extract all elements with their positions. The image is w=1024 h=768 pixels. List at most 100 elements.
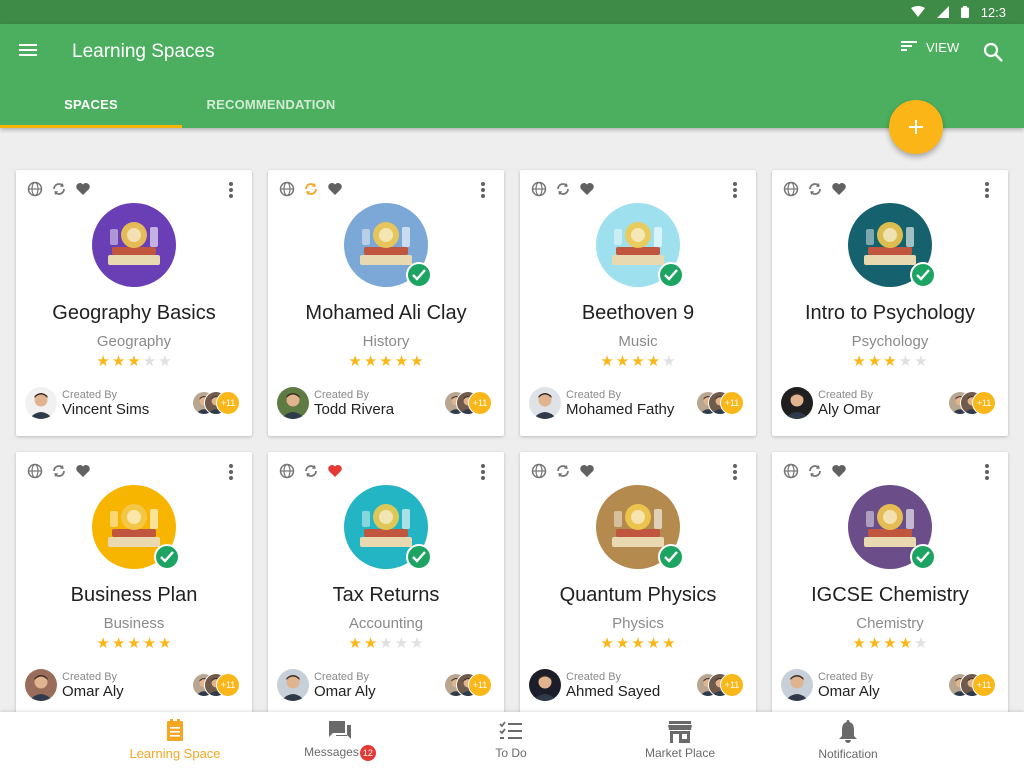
nav-learning-space-label: Learning Space <box>129 746 221 761</box>
sync-icon[interactable] <box>807 463 823 479</box>
space-card[interactable]: Business Plan Business ★ ★ ★ ★ ★ Created By Omar… <box>16 452 252 718</box>
nav-notification[interactable]: Notification <box>788 712 908 768</box>
favorite-heart-icon[interactable] <box>327 181 343 197</box>
view-button[interactable]: VIEW <box>900 39 959 56</box>
star-icon: ★ <box>631 635 645 652</box>
public-globe-icon[interactable] <box>531 463 547 479</box>
sync-icon[interactable] <box>51 181 67 197</box>
add-space-button[interactable] <box>889 100 943 154</box>
nav-messages[interactable]: Messages 12 <box>270 712 410 768</box>
space-card[interactable]: Mohamed Ali Clay History ★ ★ ★ ★ ★ Created By To… <box>268 170 504 436</box>
star-icon: ★ <box>898 353 913 370</box>
favorite-heart-icon[interactable] <box>831 463 847 479</box>
public-globe-icon[interactable] <box>279 181 295 197</box>
members-stack[interactable]: +11 <box>192 391 242 415</box>
more-vert-icon[interactable] <box>222 463 240 483</box>
author-name[interactable]: Todd Rivera <box>314 401 394 418</box>
nav-todo[interactable]: To Do <box>446 712 576 768</box>
author-avatar[interactable] <box>277 387 309 419</box>
sync-icon[interactable] <box>555 463 571 479</box>
space-card[interactable]: Quantum Physics Physics ★ ★ ★ ★ ★ Created By Ahm… <box>520 452 756 718</box>
more-vert-icon[interactable] <box>978 463 996 483</box>
members-stack[interactable]: +11 <box>444 391 494 415</box>
nav-learning-space[interactable]: Learning Space <box>100 712 250 768</box>
check-icon <box>658 262 684 288</box>
sync-icon[interactable] <box>51 463 67 479</box>
card-actions <box>783 181 847 197</box>
author-name[interactable]: Mohamed Fathy <box>566 401 674 418</box>
author-avatar[interactable] <box>781 669 813 701</box>
public-globe-icon[interactable] <box>531 181 547 197</box>
public-globe-icon[interactable] <box>27 463 43 479</box>
members-stack[interactable]: +11 <box>696 673 746 697</box>
members-stack[interactable]: +11 <box>444 673 494 697</box>
sync-icon[interactable] <box>807 181 823 197</box>
public-globe-icon[interactable] <box>279 463 295 479</box>
more-vert-icon[interactable] <box>474 463 492 483</box>
author-avatar[interactable] <box>25 669 57 701</box>
favorite-heart-icon[interactable] <box>579 181 595 197</box>
favorite-heart-icon[interactable] <box>831 181 847 197</box>
more-vert-icon[interactable] <box>978 181 996 201</box>
card-category: Accounting <box>348 615 424 632</box>
members-more-count: +11 <box>468 673 492 697</box>
author-name[interactable]: Ahmed Sayed <box>566 683 660 700</box>
card-title: Intro to Psychology <box>804 302 976 324</box>
members-stack[interactable]: +11 <box>696 391 746 415</box>
check-icon <box>658 544 684 570</box>
star-icon: ★ <box>363 353 378 370</box>
more-vert-icon[interactable] <box>222 181 240 201</box>
author-name[interactable]: Aly Omar <box>818 401 881 418</box>
tab-recommendation[interactable]: RECOMMENDATION <box>182 80 360 128</box>
author-name[interactable]: Vincent Sims <box>62 401 149 418</box>
author-avatar[interactable] <box>277 669 309 701</box>
author-name[interactable]: Omar Aly <box>818 683 880 700</box>
more-vert-icon[interactable] <box>726 181 744 201</box>
star-icon: ★ <box>158 635 172 652</box>
rating-stars: ★ ★ ★ ★ ★ <box>520 353 756 371</box>
favorite-heart-icon[interactable] <box>579 463 595 479</box>
public-globe-icon[interactable] <box>783 463 799 479</box>
members-stack[interactable]: +11 <box>948 391 998 415</box>
favorite-heart-icon[interactable] <box>75 463 91 479</box>
space-card[interactable]: IGCSE Chemistry Chemistry ★ ★ ★ ★ ★ Created By O… <box>772 452 1008 718</box>
menu-icon[interactable] <box>16 38 40 62</box>
author-name[interactable]: Omar Aly <box>62 683 124 700</box>
more-vert-icon[interactable] <box>474 181 492 201</box>
author-avatar[interactable] <box>781 387 813 419</box>
members-more-count: +11 <box>468 391 492 415</box>
bottom-navigation: Learning Space Messages 12 To Do Market P… <box>0 712 1024 768</box>
members-stack[interactable]: +11 <box>948 673 998 697</box>
star-icon: ★ <box>883 353 897 370</box>
rating-stars: ★ ★ ★ ★ ★ <box>520 635 756 653</box>
tab-indicator <box>0 125 182 128</box>
star-icon: ★ <box>898 635 913 652</box>
sync-icon[interactable] <box>555 181 571 197</box>
created-by-label: Created By <box>566 671 622 683</box>
sync-icon[interactable] <box>303 181 319 197</box>
author-name[interactable]: Omar Aly <box>314 683 376 700</box>
members-more-count: +11 <box>720 673 744 697</box>
star-icon: ★ <box>142 353 157 370</box>
favorite-heart-icon[interactable] <box>75 181 91 197</box>
public-globe-icon[interactable] <box>27 181 43 197</box>
space-card[interactable]: Geography Basics Geography ★ ★ ★ ★ ★ Created By… <box>16 170 252 436</box>
tab-spaces[interactable]: SPACES <box>0 80 182 128</box>
favorite-heart-icon[interactable] <box>327 463 343 479</box>
space-card[interactable]: Beethoven 9 Music ★ ★ ★ ★ ★ Created By Mohamed F… <box>520 170 756 436</box>
sync-icon[interactable] <box>303 463 319 479</box>
author-avatar[interactable] <box>529 669 561 701</box>
public-globe-icon[interactable] <box>783 181 799 197</box>
card-category: Geography <box>96 333 172 350</box>
members-stack[interactable]: +11 <box>192 673 242 697</box>
sort-icon <box>900 39 918 56</box>
space-card[interactable]: Tax Returns Accounting ★ ★ ★ ★ ★ Created By Omar… <box>268 452 504 718</box>
nav-market-place[interactable]: Market Place <box>610 712 750 768</box>
space-card[interactable]: Intro to Psychology Psychology ★ ★ ★ ★ ★ Create… <box>772 170 1008 436</box>
author-avatar[interactable] <box>25 387 57 419</box>
created-by-label: Created By <box>818 671 874 683</box>
author-avatar[interactable] <box>529 387 561 419</box>
card-title: Geography Basics <box>52 302 216 324</box>
search-icon[interactable] <box>982 41 1004 63</box>
more-vert-icon[interactable] <box>726 463 744 483</box>
